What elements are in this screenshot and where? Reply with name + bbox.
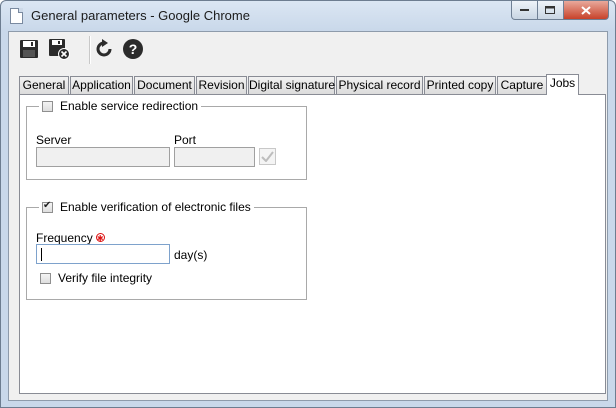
window-title: General parameters - Google Chrome [31, 8, 250, 23]
port-input[interactable] [174, 147, 255, 167]
help-icon: ? [123, 39, 143, 59]
page-content: ? General Application Document Revision … [8, 31, 608, 401]
refresh-button[interactable] [92, 38, 116, 60]
floppy-disk-close-icon [49, 39, 70, 60]
help-button[interactable]: ? [121, 38, 145, 60]
maximize-button[interactable] [538, 1, 564, 20]
window-controls [511, 1, 609, 20]
close-icon [581, 5, 591, 15]
file-verification-legend: Enable verification of electronic files [39, 200, 254, 214]
enable-service-redirection-label: Enable service redirection [60, 99, 199, 113]
tab-physical-record[interactable]: Physical record [336, 76, 423, 94]
toolbar-separator [89, 36, 91, 64]
verify-integrity-checkbox[interactable] [40, 272, 51, 284]
refresh-icon [96, 39, 112, 57]
title-bar: General parameters - Google Chrome [1, 1, 615, 31]
tab-capture[interactable]: Capture [497, 76, 547, 94]
frequency-input[interactable] [36, 244, 170, 264]
tab-digital-signature[interactable]: Digital signature [248, 76, 335, 94]
save-button[interactable] [17, 38, 41, 60]
tab-revision[interactable]: Revision [196, 76, 247, 94]
maximize-icon [545, 5, 555, 14]
enable-service-redirection-checkbox[interactable] [42, 100, 53, 112]
verify-integrity-row: Verify file integrity [40, 271, 152, 285]
close-button[interactable] [564, 1, 609, 20]
verify-integrity-label: Verify file integrity [58, 271, 153, 285]
enable-verification-label: Enable verification of electronic files [60, 200, 251, 214]
required-icon: ✱ [95, 233, 105, 243]
confirm-check-button[interactable] [259, 148, 276, 165]
enable-verification-checkbox[interactable] [42, 200, 53, 213]
tab-application[interactable]: Application [70, 76, 133, 94]
frequency-unit: day(s) [174, 248, 208, 262]
browser-window: General parameters - Google Chrome ? Gen… [0, 0, 616, 408]
port-label: Port [174, 133, 197, 147]
tab-general[interactable]: General [19, 76, 69, 94]
frequency-label: Frequency [36, 231, 93, 245]
jobs-panel: Enable service redirection Server Port E… [19, 94, 606, 394]
service-redirection-group: Enable service redirection Server Port [26, 99, 307, 180]
file-verification-group: Enable verification of electronic files … [26, 200, 307, 300]
tab-document[interactable]: Document [134, 76, 195, 94]
text-caret [41, 248, 42, 261]
tab-printed-copy[interactable]: Printed copy [424, 76, 496, 94]
save-and-close-button[interactable] [47, 38, 71, 60]
frequency-label-row: Frequency ✱ [36, 231, 105, 245]
server-input[interactable] [36, 147, 170, 167]
check-icon [261, 151, 274, 162]
service-redirection-legend: Enable service redirection [39, 99, 202, 113]
minimize-button[interactable] [511, 1, 538, 20]
svg-text:?: ? [129, 41, 138, 57]
toolbar: ? [9, 32, 607, 68]
server-label: Server [36, 133, 72, 147]
page-icon [10, 8, 23, 24]
floppy-disk-icon [20, 40, 38, 58]
minimize-icon [519, 9, 529, 11]
tab-jobs[interactable]: Jobs [546, 74, 579, 95]
